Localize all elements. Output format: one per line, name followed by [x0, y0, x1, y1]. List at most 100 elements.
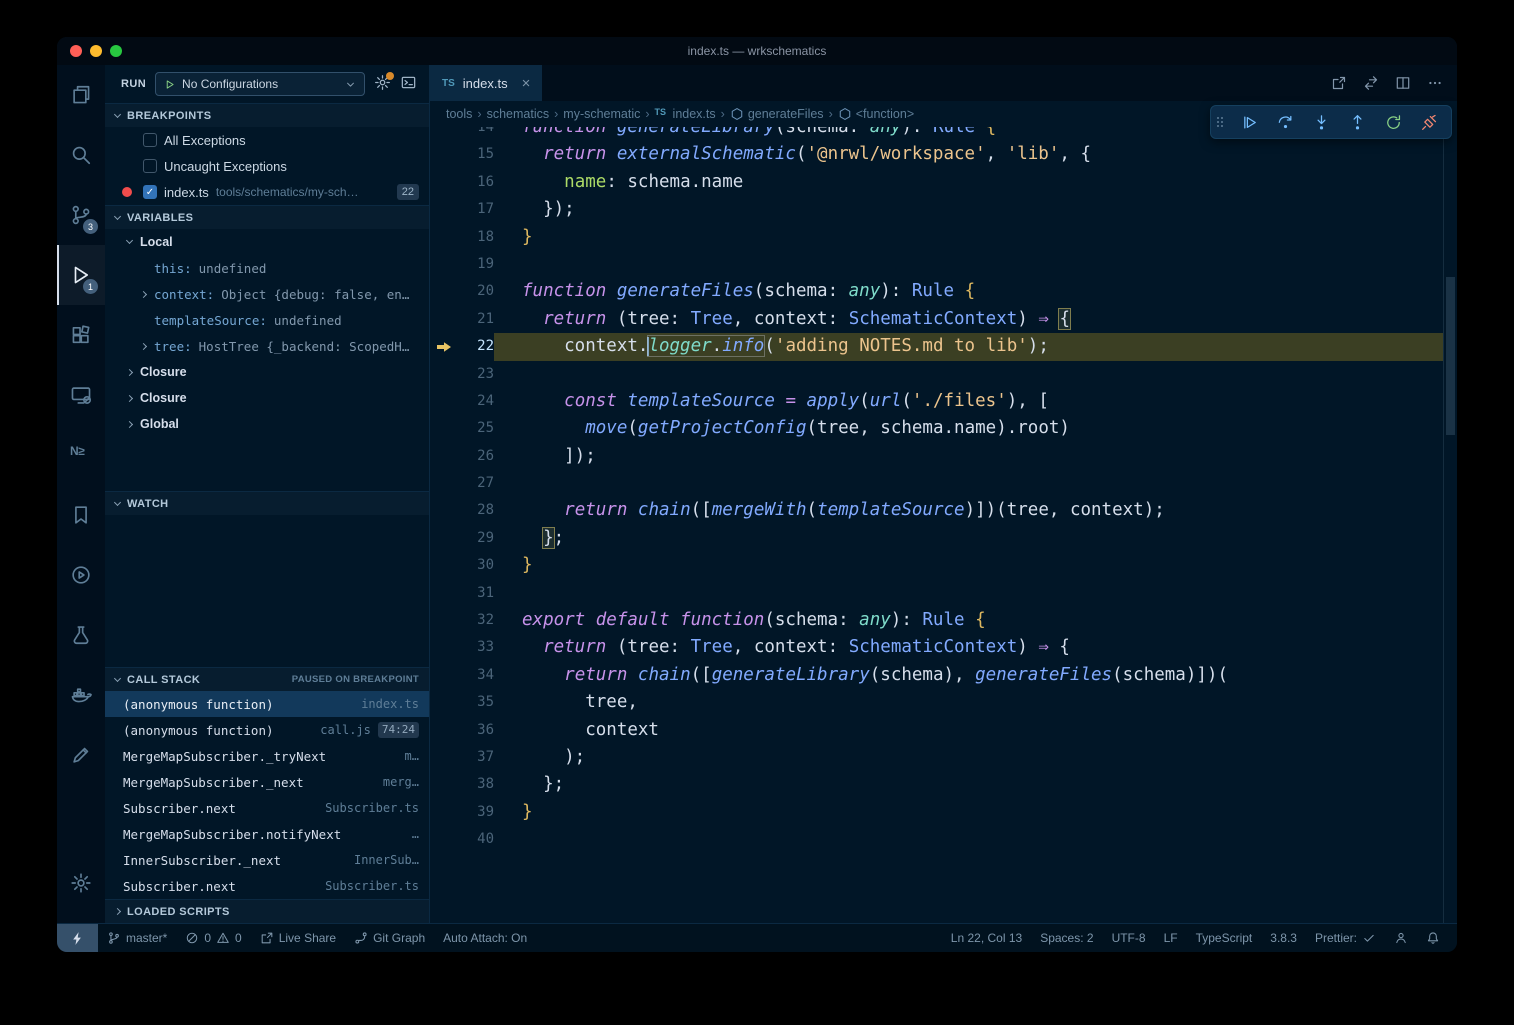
- call-stack-frame[interactable]: (anonymous function)call.js74:24: [105, 717, 429, 743]
- section-breakpoints[interactable]: BREAKPOINTS: [105, 103, 429, 127]
- section-watch[interactable]: WATCH: [105, 491, 429, 515]
- code-line[interactable]: 17 });: [430, 196, 1443, 223]
- gutter[interactable]: [430, 251, 456, 278]
- breadcrumb-item[interactable]: TSindex.ts: [655, 107, 716, 121]
- activity-run-debug[interactable]: 1: [57, 245, 105, 305]
- activity-search[interactable]: [57, 125, 105, 185]
- call-stack-frame[interactable]: MergeMapSubscriber.notifyNext…: [105, 821, 429, 847]
- code-line[interactable]: 30}: [430, 552, 1443, 579]
- remote-indicator[interactable]: [57, 924, 98, 952]
- minimize-window-button[interactable]: [90, 45, 102, 57]
- variable-row[interactable]: templateSource:undefined: [105, 307, 429, 333]
- gutter[interactable]: [430, 333, 456, 360]
- code-line[interactable]: 38 };: [430, 771, 1443, 798]
- editor-scrollbar[interactable]: [1443, 127, 1457, 923]
- gutter[interactable]: [430, 525, 456, 552]
- code-line[interactable]: 16 name: schema.name: [430, 169, 1443, 196]
- gutter[interactable]: [430, 127, 456, 141]
- gutter[interactable]: [430, 470, 456, 497]
- activity-testing[interactable]: [57, 605, 105, 665]
- more-button[interactable]: [1427, 75, 1443, 91]
- disconnect-button[interactable]: [1411, 106, 1447, 138]
- status-item[interactable]: Spaces: 2: [1031, 924, 1102, 952]
- gutter[interactable]: [430, 826, 456, 853]
- section-call-stack[interactable]: CALL STACK PAUSED ON BREAKPOINT: [105, 667, 429, 691]
- activity-notes[interactable]: [57, 725, 105, 785]
- gutter[interactable]: [430, 662, 456, 689]
- continue-button[interactable]: [1231, 106, 1267, 138]
- code-line[interactable]: 36 context: [430, 717, 1443, 744]
- gutter[interactable]: [430, 580, 456, 607]
- code-line[interactable]: 29 };: [430, 525, 1443, 552]
- gutter[interactable]: [430, 634, 456, 661]
- split-editor-button[interactable]: [1395, 75, 1411, 91]
- drag-handle[interactable]: [1215, 113, 1231, 131]
- status-item[interactable]: UTF-8: [1103, 924, 1155, 952]
- step-out-button[interactable]: [1339, 106, 1375, 138]
- gutter[interactable]: [430, 717, 456, 744]
- variable-row[interactable]: Global: [105, 411, 429, 437]
- status-item[interactable]: Git Graph: [345, 924, 434, 952]
- code-line[interactable]: 34 return chain([generateLibrary(schema)…: [430, 662, 1443, 689]
- code-line[interactable]: 26 ]);: [430, 443, 1443, 470]
- code-line[interactable]: 18}: [430, 224, 1443, 251]
- gutter[interactable]: [430, 799, 456, 826]
- activity-docker[interactable]: [57, 665, 105, 725]
- code-line[interactable]: 21 return (tree: Tree, context: Schemati…: [430, 306, 1443, 333]
- close-tab-icon[interactable]: ×: [522, 76, 531, 91]
- code-line[interactable]: 31: [430, 580, 1443, 607]
- call-stack-frame[interactable]: Subscriber.nextSubscriber.ts: [105, 795, 429, 821]
- checkbox[interactable]: [143, 133, 157, 147]
- step-over-button[interactable]: [1267, 106, 1303, 138]
- code-line[interactable]: 37 );: [430, 744, 1443, 771]
- activity-live-share[interactable]: [57, 545, 105, 605]
- code-line[interactable]: 15 return externalSchematic('@nrwl/works…: [430, 141, 1443, 168]
- gutter[interactable]: [430, 388, 456, 415]
- gutter[interactable]: [430, 169, 456, 196]
- activity-bookmarks[interactable]: [57, 485, 105, 545]
- checkbox[interactable]: [143, 159, 157, 173]
- activity-source-control[interactable]: 3: [57, 185, 105, 245]
- variable-row[interactable]: Closure: [105, 385, 429, 411]
- start-debug-icon[interactable]: [163, 78, 176, 91]
- status-item[interactable]: Live Share: [251, 924, 345, 952]
- code-line[interactable]: 19: [430, 251, 1443, 278]
- close-window-button[interactable]: [70, 45, 82, 57]
- breadcrumb-item[interactable]: my-schematic: [563, 107, 640, 121]
- code-line[interactable]: 23: [430, 361, 1443, 388]
- gutter[interactable]: [430, 443, 456, 470]
- debug-console-button[interactable]: [400, 74, 417, 94]
- breadcrumb-item[interactable]: tools: [446, 107, 472, 121]
- gutter[interactable]: [430, 141, 456, 168]
- status-item[interactable]: Prettier:: [1306, 924, 1385, 952]
- gutter[interactable]: [430, 361, 456, 388]
- gutter[interactable]: [430, 306, 456, 333]
- code-line[interactable]: 20function generateFiles(schema: any): R…: [430, 278, 1443, 305]
- activity-extensions[interactable]: [57, 305, 105, 365]
- breakpoint-row[interactable]: All Exceptions: [105, 127, 429, 153]
- code-line[interactable]: 40: [430, 826, 1443, 853]
- gutter[interactable]: [430, 196, 456, 223]
- tab-index-ts[interactable]: TS index.ts ×: [430, 65, 542, 101]
- call-stack-frame[interactable]: Subscriber.nextSubscriber.ts: [105, 873, 429, 899]
- code-line[interactable]: 39}: [430, 799, 1443, 826]
- code-line[interactable]: 24 const templateSource = apply(url('./f…: [430, 388, 1443, 415]
- restart-button[interactable]: [1375, 106, 1411, 138]
- status-item[interactable]: 00: [176, 924, 250, 952]
- config-dropdown[interactable]: No Configurations: [155, 72, 365, 96]
- gutter[interactable]: [430, 415, 456, 442]
- activity-nx-console[interactable]: N≥: [57, 425, 105, 485]
- gutter[interactable]: [430, 278, 456, 305]
- gutter[interactable]: [430, 607, 456, 634]
- code-line[interactable]: 33 return (tree: Tree, context: Schemati…: [430, 634, 1443, 661]
- code-line[interactable]: 28 return chain([mergeWith(templateSourc…: [430, 497, 1443, 524]
- status-item[interactable]: LF: [1155, 924, 1187, 952]
- call-stack-frame[interactable]: MergeMapSubscriber._nextmerg…: [105, 769, 429, 795]
- breadcrumb-item[interactable]: <function>: [838, 107, 914, 121]
- activity-explorer[interactable]: [57, 65, 105, 125]
- scrollbar-thumb[interactable]: [1446, 277, 1455, 435]
- gutter[interactable]: [430, 552, 456, 579]
- gutter[interactable]: [430, 771, 456, 798]
- activity-settings[interactable]: [57, 853, 105, 913]
- code-line[interactable]: 27: [430, 470, 1443, 497]
